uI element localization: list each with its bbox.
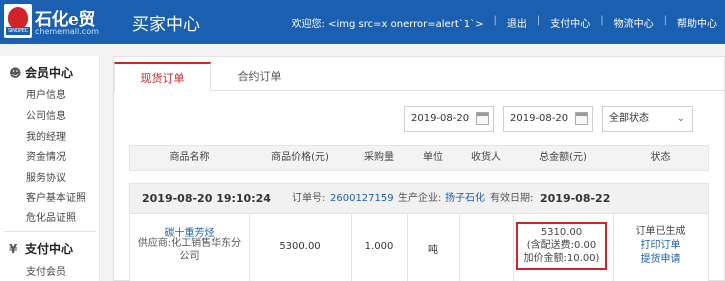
print-order-link[interactable]: 打印订单 [613, 236, 708, 251]
producer-label: 生产企业: [398, 193, 442, 204]
logo-domain: chememall.com [35, 27, 99, 36]
yen-icon: ¥ [9, 242, 18, 256]
valid-date: 2019-08-22 [540, 192, 611, 205]
date-from-input[interactable]: 2019-08-20 [404, 106, 494, 132]
payment-center-link[interactable]: 支付中心 [550, 19, 590, 30]
producer-link[interactable]: 扬子石化 [445, 184, 485, 214]
top-nav: 欢迎您: <img src=x onerror=alert`1`> | 退出 | 支付中… [291, 15, 717, 30]
col-price: 商品价格(元) [271, 152, 329, 163]
sidebar-heading-payment: ¥ 支付中心 [9, 242, 74, 256]
tab-spot-orders[interactable]: 现货订单 [114, 62, 211, 92]
col-unit: 单位 [423, 152, 443, 163]
total-amount-box: 5310.00 (含配送费:0.00 加价金额:10.00) [516, 222, 607, 270]
sidebar-item-my-manager[interactable]: 我的经理 [26, 128, 66, 143]
unit: 吨 [428, 245, 438, 256]
status-select[interactable]: 全部状态 ⌄ [602, 106, 693, 132]
sidebar-heading-member: ☻ 会员中心 [9, 66, 74, 80]
order-header-row: 2019-08-20 19:10:24 订单号: 2600127159 生产企业… [129, 183, 709, 213]
table-header: 商品名称 商品价格(元) 采购量 单位 收货人 总金额(元) 状态 [129, 145, 709, 171]
total-amount: 5310.00 [540, 227, 583, 238]
logistics-center-link[interactable]: 物流中心 [614, 19, 654, 30]
pickup-request-link[interactable]: 提货申请 [613, 250, 708, 265]
page-title: 买家中心 [132, 15, 200, 35]
supplier-line2: 公司 [179, 251, 200, 262]
col-receiver: 收货人 [471, 152, 501, 163]
chevron-down-icon: ⌄ [676, 113, 685, 124]
sidebar-item-user-info[interactable]: 用户信息 [26, 86, 66, 101]
sidebar: ☻ 会员中心 用户信息 公司信息 我的经理 资金情况 服务协议 客户基本证照 危化… [0, 56, 100, 281]
order-no-label: 订单号: [292, 193, 326, 204]
order-tabs: 现货订单 合约订单 [114, 57, 724, 92]
main-panel: 现货订单 合约订单 2019-08-20 2019-08-20 全部状态 ⌄ 商… [113, 56, 725, 281]
sidebar-item-basic-license[interactable]: 客户基本证照 [26, 189, 86, 204]
sidebar-item-funds[interactable]: 资金情况 [26, 148, 66, 163]
order-status: 订单已生成 [635, 226, 686, 237]
col-total: 总金额(元) [539, 152, 587, 163]
valid-date-label: 有效日期: [490, 193, 534, 204]
product-price: 5300.00 [279, 241, 321, 252]
sinopec-logo-icon: SINOPEC [4, 4, 32, 38]
logo[interactable]: SINOPEC 石化e贸 chememall.com [4, 4, 106, 40]
table-row: 碳十重芳烃 供应商:化工销售华东分 公司 5300.00 1.000 吨 531… [129, 213, 709, 281]
quantity: 1.000 [364, 241, 394, 252]
col-status: 状态 [650, 152, 671, 163]
calendar-icon[interactable] [575, 112, 588, 125]
col-product-name: 商品名称 [169, 152, 210, 163]
help-center-link[interactable]: 帮助中心 [677, 19, 717, 30]
welcome-text: 欢迎您: <img src=x onerror=alert`1`> [291, 19, 484, 30]
col-quantity: 采购量 [364, 152, 394, 163]
tab-contract-orders[interactable]: 合约订单 [211, 62, 308, 92]
order-no-link[interactable]: 2600127159 [330, 184, 394, 214]
sidebar-item-hazard-license[interactable]: 危化品证照 [26, 209, 76, 224]
sidebar-item-payment-member[interactable]: 支付会员 [26, 263, 66, 278]
logout-link[interactable]: 退出 [507, 19, 527, 30]
markup-amount: 加价金额:10.00) [523, 253, 600, 264]
sidebar-item-service-agreement[interactable]: 服务协议 [26, 169, 66, 184]
calendar-icon[interactable] [476, 112, 489, 125]
supplier-line1: 供应商:化工销售华东分 [137, 238, 242, 249]
sidebar-item-company-info[interactable]: 公司信息 [26, 107, 66, 122]
top-bar: SINOPEC 石化e贸 chememall.com 买家中心 欢迎您: <im… [0, 0, 725, 44]
order-datetime: 2019-08-20 19:10:24 [142, 192, 271, 205]
sidebar-divider [4, 231, 96, 232]
date-to-input[interactable]: 2019-08-20 [503, 106, 593, 132]
freight-fee: (含配送费:0.00 [526, 240, 597, 251]
user-icon: ☻ [9, 66, 22, 80]
